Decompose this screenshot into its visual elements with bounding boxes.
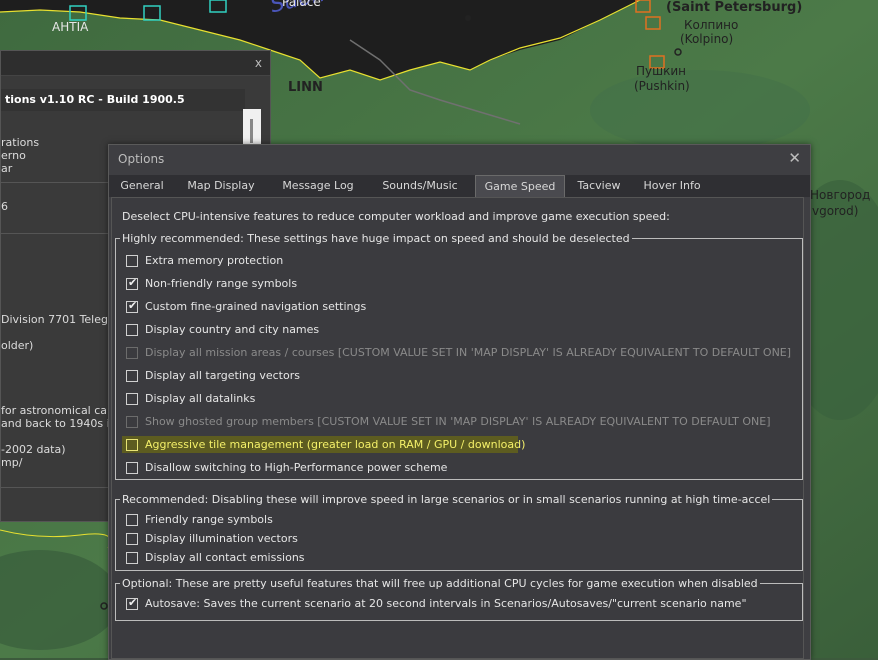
group-legend: Highly recommended: These settings have … [122,232,630,245]
tab-tacview[interactable]: Tacview [571,175,627,197]
tab-map-display[interactable]: Map Display [181,175,261,197]
checkbox[interactable] [126,370,138,382]
tab-game-speed[interactable]: Game Speed [475,175,565,199]
checkbox[interactable] [126,393,138,405]
intro-text: Deselect CPU-intensive features to reduc… [122,210,670,223]
option-label: Show ghosted group members [CUSTOM VALUE… [145,415,771,428]
checkbox[interactable] [126,514,138,526]
group-recommended: Recommended: Disabling these will improv… [115,493,803,571]
checkbox[interactable] [126,462,138,474]
group-legend: Optional: These are pretty useful featur… [122,577,758,590]
checkbox [126,347,138,359]
options-dialog[interactable]: Options ✕ General Map Display Message Lo… [108,144,811,660]
option-label: Display all contact emissions [145,551,305,564]
checkbox-checked[interactable]: ✔ [126,276,138,290]
tab-sounds-music[interactable]: Sounds/Music [373,175,467,197]
info-line: 6 [1,200,8,213]
info-line: ar [1,162,13,175]
map-label-palace: Palace [282,0,321,9]
group-legend: Recommended: Disabling these will improv… [122,493,771,506]
background-window-titlebar[interactable] [1,51,270,76]
checkbox[interactable] [126,552,138,564]
map-label-ahtia: AHTIA [52,20,89,34]
option-label: Display all datalinks [145,392,256,405]
map-label-saint-petersburg: (Saint Petersburg) [666,0,803,15]
option-label: Disallow switching to High-Performance p… [145,461,448,474]
info-line: rations [1,136,40,149]
checkbox[interactable] [126,324,138,336]
info-line: older) [1,339,34,352]
close-icon[interactable]: ✕ [788,149,801,167]
game-speed-panel: Deselect CPU-intensive features to reduc… [111,197,804,659]
dialog-title: Options [118,152,165,166]
option-label: Extra memory protection [145,254,284,267]
map-label-novgorod: vgorod) [812,204,859,218]
option-label: Aggressive tile management (greater load… [145,438,526,451]
background-window-heading: tions v1.10 RC - Build 1900.5 [1,89,245,111]
check-icon: ✔ [128,299,138,312]
info-line: mp/ [1,456,23,469]
map-label-pushkin-ru: Пушкин [636,64,686,78]
option-label: Non-friendly range symbols [145,277,298,290]
info-line: -2002 data) [1,443,66,456]
option-label: Display country and city names [145,323,320,336]
checkbox[interactable] [126,439,138,451]
map-label-novgorod-ru: Новгород [810,188,871,202]
map-label-kolpino-ru: Колпино [684,18,739,32]
map-label-kolpino: (Kolpino) [680,32,734,46]
option-label: Autosave: Saves the current scenario at … [145,597,747,610]
checkbox-checked[interactable]: ✔ [126,596,138,610]
info-line: erno [1,149,26,162]
group-highly-recommended: Highly recommended: These settings have … [115,232,803,480]
background-window-close-icon[interactable]: x [255,56,262,70]
tab-hover-info[interactable]: Hover Info [639,175,705,197]
checkbox[interactable] [126,255,138,267]
checkbox [126,416,138,428]
option-label: Custom fine-grained navigation settings [145,300,367,313]
checkbox-checked[interactable]: ✔ [126,299,138,313]
group-optional: Optional: These are pretty useful featur… [115,577,803,621]
map-label-pushkin: (Pushkin) [634,79,690,93]
check-icon: ✔ [128,596,138,609]
option-label: Display illumination vectors [145,532,298,545]
option-label: Display all mission areas / courses [CUS… [145,346,792,359]
tab-message-log[interactable]: Message Log [277,175,359,197]
tab-bar: General Map Display Message Log Sounds/M… [109,175,810,199]
tab-general[interactable]: General [113,175,171,197]
option-label: Friendly range symbols [145,513,273,526]
option-label: Display all targeting vectors [145,369,300,382]
checkbox[interactable] [126,533,138,545]
info-line: for astronomical calcu [1,404,124,417]
map-label-inn: LINN [288,80,323,95]
check-icon: ✔ [128,276,138,289]
